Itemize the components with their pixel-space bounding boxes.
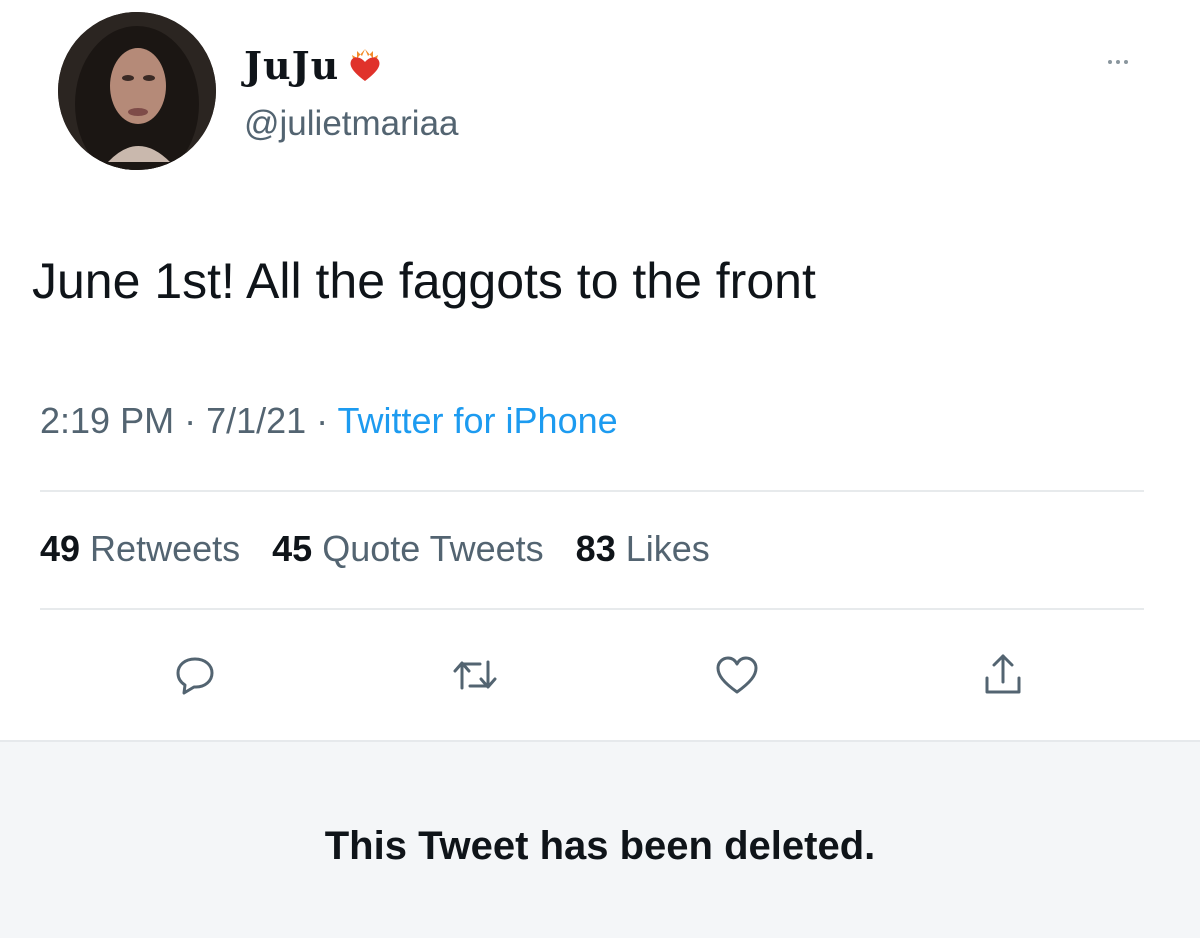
meta-separator: · [174,400,207,441]
author-handle[interactable]: @julietmariaa [244,104,459,144]
divider [40,608,1144,610]
author-name-row: JuJu [244,40,385,90]
tweet-text: June 1st! All the faggots to the front [32,253,816,309]
display-name[interactable]: JuJu [244,43,339,88]
quote-tweet-count[interactable]: 45 Quote Tweets [272,528,544,569]
more-options-icon[interactable] [1096,54,1140,70]
share-icon[interactable] [968,640,1038,710]
retweet-icon[interactable] [440,640,510,710]
tweet-source[interactable]: Twitter for iPhone [338,400,618,441]
tweet-stats: 49 Retweets 45 Quote Tweets 83 Likes [40,528,732,570]
heart-on-fire-icon [345,45,385,85]
like-icon[interactable] [702,640,772,710]
deleted-tweet-banner: This Tweet has been deleted. [0,740,1200,938]
divider [40,490,1144,492]
tweet-time[interactable]: 2:19 PM [40,400,174,441]
tweet-actions [0,640,1200,710]
tweet-meta: 2:19 PM · 7/1/21 · Twitter for iPhone [40,400,618,442]
deleted-message: This Tweet has been deleted. [324,824,876,868]
retweet-count[interactable]: 49 Retweets [40,528,240,569]
avatar[interactable] [58,12,216,170]
reply-icon[interactable] [160,640,230,710]
tweet-date[interactable]: 7/1/21 [206,400,306,441]
meta-separator: · [306,400,338,441]
tweet-card: JuJu @julietmariaa June 1st! All the fag… [0,0,1200,740]
like-count[interactable]: 83 Likes [576,528,710,569]
